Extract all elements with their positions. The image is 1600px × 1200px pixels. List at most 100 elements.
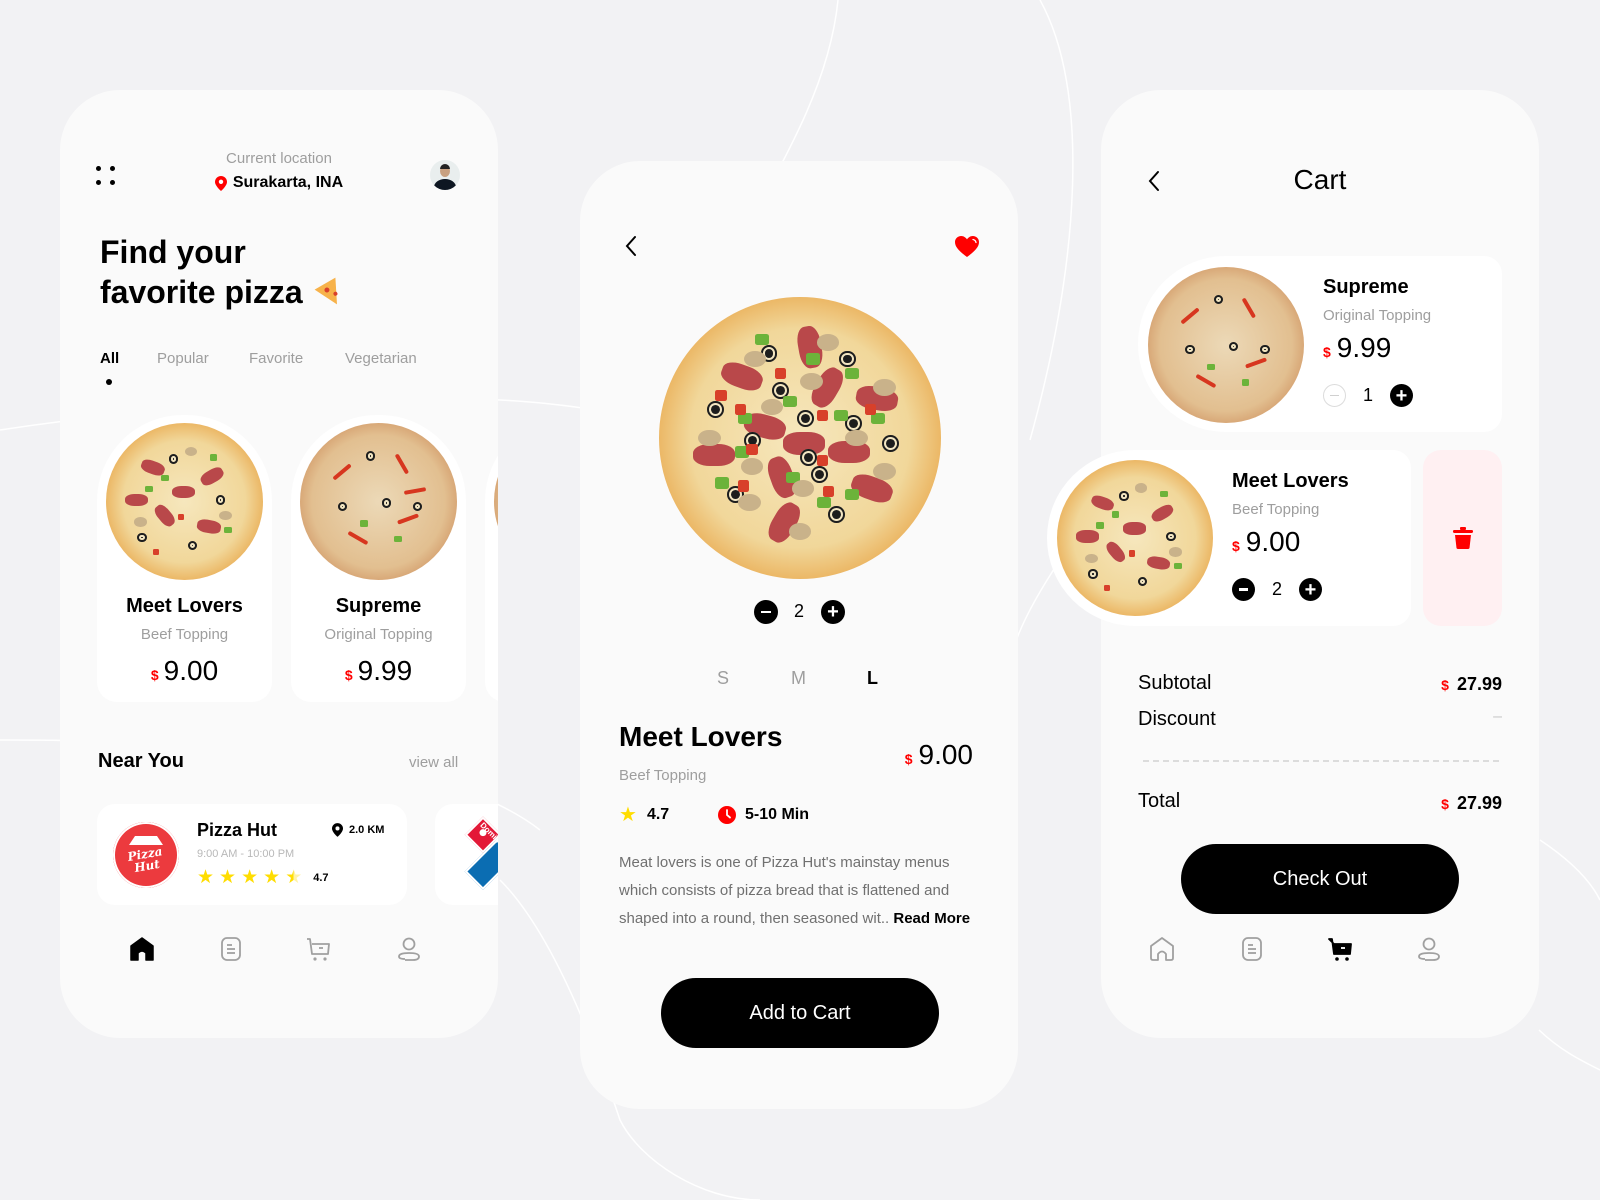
star-icon: ★	[197, 867, 215, 888]
price-value: 9.00	[918, 739, 974, 770]
decrease-quantity-button[interactable]	[1323, 384, 1346, 407]
add-to-cart-button[interactable]: Add to Cart	[661, 978, 939, 1048]
favorite-heart-icon[interactable]	[954, 235, 980, 258]
product-card[interactable]: Meet Lovers Beef Topping $ 9.00	[97, 415, 272, 702]
rating: ★ 4.7	[619, 805, 669, 825]
price-value: 9.99	[357, 655, 413, 686]
currency-symbol: $	[1441, 677, 1449, 693]
item-topping: Beef Topping	[1232, 501, 1320, 518]
pizza-image	[300, 423, 457, 580]
pizza-image	[106, 423, 263, 580]
amount: 27.99	[1456, 793, 1502, 813]
increase-quantity-button[interactable]: +	[821, 600, 845, 624]
increase-quantity-button[interactable]: +	[1390, 384, 1413, 407]
location-value: Surakarta, INA	[232, 174, 344, 191]
item-topping: Original Topping	[1323, 307, 1432, 324]
orders-icon[interactable]	[1239, 936, 1265, 962]
home-icon[interactable]	[129, 936, 155, 962]
cart-icon[interactable]	[306, 936, 332, 962]
price-value: 9.99	[1336, 332, 1392, 363]
location-label: Current location	[226, 150, 332, 167]
store-card-partial[interactable]: Domino's Pizza	[435, 804, 498, 905]
item-name: Supreme	[1323, 276, 1409, 298]
currency-symbol: $	[344, 667, 353, 683]
star-icon: ★	[241, 867, 259, 888]
decrease-quantity-button[interactable]	[754, 600, 778, 624]
currency-symbol: $	[150, 667, 159, 683]
tab-label: All	[100, 350, 120, 367]
product-topping: Original Topping	[324, 626, 433, 643]
currency-symbol: $	[904, 751, 913, 767]
profile-icon[interactable]	[396, 936, 422, 962]
home-icon[interactable]	[1149, 936, 1175, 962]
amount: 27.99	[1456, 674, 1502, 694]
price-value: 9.00	[1245, 526, 1301, 557]
product-price: $ 9.00	[905, 739, 973, 771]
checkout-button[interactable]: Check Out	[1181, 844, 1459, 914]
size-large[interactable]: L	[867, 668, 878, 689]
avatar[interactable]	[430, 160, 460, 190]
near-you-title: Near You	[98, 750, 184, 772]
distance-value: 2.0 KM	[349, 824, 385, 836]
product-name: Supreme	[335, 595, 422, 617]
product-name: Meet Lovers	[619, 721, 783, 752]
item-price: $ 9.99	[1323, 332, 1391, 364]
bottom-nav	[1101, 920, 1539, 980]
profile-icon[interactable]	[1416, 936, 1442, 962]
delete-item-button[interactable]	[1423, 450, 1502, 626]
increase-quantity-button[interactable]: +	[1299, 578, 1322, 601]
bottom-nav	[60, 920, 498, 980]
add-to-cart-label: Add to Cart	[749, 1001, 851, 1024]
product-card-partial[interactable]	[485, 415, 498, 702]
item-price: $ 9.00	[1232, 526, 1300, 558]
star-icon: ★	[619, 804, 637, 826]
category-tabs: All Popular Favorite Vegetarian Meat	[100, 350, 498, 390]
subtotal-value: $ 27.99	[1441, 674, 1502, 695]
detail-screen: 2 + S M L Meet Lovers Beef Topping $ 9.0…	[580, 161, 1018, 1109]
back-icon[interactable]	[624, 235, 638, 257]
logo-text: Pizza Hut	[126, 844, 164, 876]
half-star-icon: ★	[285, 867, 303, 888]
decrease-quantity-button[interactable]	[1232, 578, 1255, 601]
total-value: $ 27.99	[1441, 793, 1502, 814]
item-name: Meet Lovers	[1232, 470, 1349, 492]
pizza-hut-logo: Pizza Hut	[113, 822, 179, 888]
rating-value: 4.7	[313, 871, 329, 884]
location-pin-icon	[332, 823, 343, 837]
cart-icon[interactable]	[1328, 936, 1354, 962]
product-description: Meat lovers is one of Pizza Hut's mainst…	[619, 849, 979, 933]
checkout-label: Check Out	[1272, 867, 1368, 890]
pizza-image	[1148, 267, 1304, 423]
store-name: Pizza Hut	[197, 820, 278, 840]
page-title: Cart	[1293, 164, 1347, 195]
tab-all[interactable]: All	[100, 350, 120, 385]
read-more-link[interactable]: Read More	[893, 910, 970, 927]
quantity-value: 2	[793, 601, 804, 621]
product-price: $ 9.00	[97, 655, 272, 687]
currency-symbol: $	[1232, 538, 1240, 554]
store-distance: 2.0 KM	[332, 823, 384, 837]
cart-item[interactable]: Meet Lovers Beef Topping $ 9.00 2 +	[1047, 450, 1411, 626]
rating-value: 4.7	[646, 806, 670, 823]
size-small[interactable]: S	[717, 668, 729, 689]
store-hours: 9:00 AM - 10:00 PM	[197, 848, 295, 860]
product-card[interactable]: Supreme Original Topping $ 9.99	[291, 415, 466, 702]
total-label: Total	[1138, 790, 1181, 812]
tab-popular[interactable]: Popular	[157, 350, 209, 367]
store-card[interactable]: Pizza Hut Pizza Hut 2.0 KM 9:00 AM - 10:…	[97, 804, 407, 905]
size-medium[interactable]: M	[791, 668, 806, 689]
home-screen: Current location Surakarta, INA Find you…	[60, 90, 498, 1038]
summary-divider	[1143, 760, 1499, 762]
currency-symbol: $	[1441, 796, 1449, 812]
store-rating: ★ ★ ★ ★ ★ 4.7	[197, 868, 329, 887]
cart-item[interactable]: Supreme Original Topping $ 9.99 1 +	[1138, 256, 1502, 432]
delivery-time: 5-10 Min	[718, 806, 809, 824]
tab-vegetarian[interactable]: Vegetarian	[345, 350, 417, 367]
orders-icon[interactable]	[218, 936, 244, 962]
view-all-link[interactable]: view all	[409, 754, 458, 771]
page-title: Find your favorite pizza	[100, 232, 348, 312]
product-topping: Beef Topping	[619, 767, 707, 784]
tab-favorite[interactable]: Favorite	[249, 350, 303, 367]
discount-value: –	[1493, 708, 1502, 725]
product-topping: Beef Topping	[140, 626, 229, 643]
